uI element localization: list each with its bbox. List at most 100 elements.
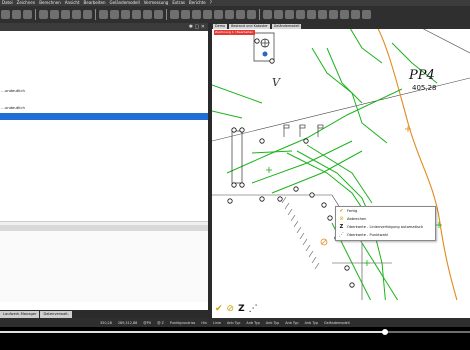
status-toggle[interactable]: Geländemodell: [324, 321, 350, 325]
tool-button[interactable]: [214, 10, 223, 19]
status-toggle[interactable]: @PX: [143, 321, 151, 325]
menu-item-abbrechen[interactable]: ⊘ Abbrechen: [336, 215, 435, 223]
tool-button[interactable]: [143, 10, 152, 19]
tool-button[interactable]: [132, 10, 141, 19]
tool-button[interactable]: [72, 10, 81, 19]
menu-item-ansicht[interactable]: Ansicht: [65, 0, 80, 5]
tool-button[interactable]: [318, 10, 327, 19]
status-toggle[interactable]: Anb Typ: [227, 321, 240, 325]
menu-item-help[interactable]: ?: [210, 0, 212, 5]
tool-button[interactable]: [99, 10, 108, 19]
map-canvas[interactable]: Demo Bestand und Kataster Geländemodell …: [212, 23, 470, 318]
status-toggle[interactable]: Anb Typ: [305, 321, 318, 325]
tool-button[interactable]: [12, 10, 21, 19]
tool-button[interactable]: [121, 10, 130, 19]
tool-button[interactable]: [307, 10, 316, 19]
tool-button[interactable]: [285, 10, 294, 19]
tool-button[interactable]: [329, 10, 338, 19]
tool-button[interactable]: [192, 10, 201, 19]
menu-item-zeichnen[interactable]: Zeichnen: [17, 0, 36, 5]
menu-item-label: Abbrechen: [347, 217, 367, 221]
status-toggle[interactable]: Anb Typ: [285, 321, 298, 325]
tool-button[interactable]: [181, 10, 190, 19]
cancel-icon[interactable]: ⊘: [227, 304, 235, 314]
menu-item-fertig[interactable]: ✔ Fertig: [336, 207, 435, 215]
tool-button[interactable]: [39, 10, 48, 19]
dotted-line-icon: ⋰: [339, 231, 344, 238]
crosshair-icon: [260, 38, 270, 57]
tool-button[interactable]: [274, 10, 283, 19]
layer-list: …undeutlich …undeutlich: [0, 31, 208, 221]
tool-button[interactable]: [50, 10, 59, 19]
main-toolbar: [0, 6, 470, 23]
tool-button[interactable]: [203, 10, 212, 19]
tool-button[interactable]: [170, 10, 179, 19]
tool-button[interactable]: [23, 10, 32, 19]
tool-button[interactable]: [351, 10, 360, 19]
video-player-bar: [0, 327, 470, 350]
menu-item-label: Oberkante - Linienverfolgung automatisch: [347, 225, 424, 229]
status-toggle[interactable]: Anb Typ: [266, 321, 279, 325]
properties-pane: [0, 225, 208, 302]
tab-datenverwaltung[interactable]: Datenverwalt.: [40, 311, 72, 318]
checkmark-icon: ✔: [339, 207, 344, 214]
menu-item-bearbeiten[interactable]: Bearbeiten: [84, 0, 106, 5]
forbidden-sign-icon: [320, 238, 328, 246]
list-item[interactable]: [0, 53, 208, 60]
panel-window-controls[interactable]: ✱ ▢ ✕: [189, 24, 205, 30]
status-bar: 350,28 289,312,88 @PX @ Z Punktgrundriss…: [0, 318, 470, 327]
dotted-line-icon[interactable]: ⋰: [249, 304, 258, 314]
list-item[interactable]: [0, 39, 208, 46]
menu-item-datei[interactable]: Datei: [2, 0, 13, 5]
tool-button[interactable]: [296, 10, 305, 19]
list-item[interactable]: …undeutlich: [0, 104, 208, 111]
list-item[interactable]: [0, 32, 208, 39]
menu-item-vermessung[interactable]: Vermessung: [144, 0, 169, 5]
list-item-selected[interactable]: [0, 113, 208, 120]
list-item[interactable]: …undeutlich: [0, 87, 208, 94]
point-label: PP4: [409, 68, 435, 83]
tool-button[interactable]: [340, 10, 349, 19]
tab-demo[interactable]: Demo: [213, 24, 228, 29]
z-line-icon[interactable]: Z: [238, 304, 245, 314]
tool-button[interactable]: [110, 10, 119, 19]
flag-markers: [283, 124, 324, 137]
menu-item-punktwahl[interactable]: ⋰ Oberkante - Punktwahl: [336, 231, 435, 239]
map-label-v: V: [272, 76, 280, 89]
tool-button[interactable]: [225, 10, 234, 19]
tool-button[interactable]: [362, 10, 371, 19]
tool-button[interactable]: [1, 10, 10, 19]
tool-button[interactable]: [247, 10, 256, 19]
menu-item-berechnen[interactable]: Berechnen: [39, 0, 61, 5]
list-item[interactable]: [0, 94, 208, 101]
status-toggle[interactable]: @ Z: [157, 321, 164, 325]
status-toggle[interactable]: Hin: [201, 321, 207, 325]
toolbar-separator: [166, 9, 167, 20]
tool-button[interactable]: [236, 10, 245, 19]
tab-laufwerk-manager[interactable]: Laufwerk-Manager: [0, 311, 40, 318]
checkmark-icon[interactable]: ✔: [215, 304, 223, 314]
menu-item-label: Fertig: [347, 209, 358, 213]
video-scrubber-handle[interactable]: [382, 329, 389, 335]
tab-bestand-kataster[interactable]: Bestand und Kataster: [229, 24, 270, 29]
list-item[interactable]: [0, 74, 208, 81]
list-item[interactable]: [0, 67, 208, 74]
left-panel: ✱ ▢ ✕ …undeutlich …undeutlich Laufwerk-M…: [0, 23, 208, 318]
menu-item-linienverfolgung[interactable]: Z Oberkante - Linienverfolgung automatis…: [336, 223, 435, 231]
menu-item-berichte[interactable]: Berichte: [189, 0, 206, 5]
tool-button[interactable]: [83, 10, 92, 19]
status-toggle[interactable]: Punktgrundriss: [170, 321, 195, 325]
menu-item-gelaendemodell[interactable]: Geländemodell: [110, 0, 140, 5]
list-item[interactable]: [0, 60, 208, 67]
video-progress-fill: [0, 331, 386, 333]
status-coordinate: 350,28: [100, 320, 112, 325]
status-toggle[interactable]: Anb Typ: [246, 321, 259, 325]
tool-button[interactable]: [61, 10, 70, 19]
list-item[interactable]: [0, 46, 208, 53]
tool-button[interactable]: [263, 10, 272, 19]
tool-button[interactable]: [154, 10, 163, 19]
tab-gelaendemodell[interactable]: Geländemodell: [271, 24, 302, 29]
status-toggle[interactable]: Linie: [213, 321, 221, 325]
menu-item-extras[interactable]: Extras: [172, 0, 185, 5]
toolbar-separator: [95, 9, 96, 20]
